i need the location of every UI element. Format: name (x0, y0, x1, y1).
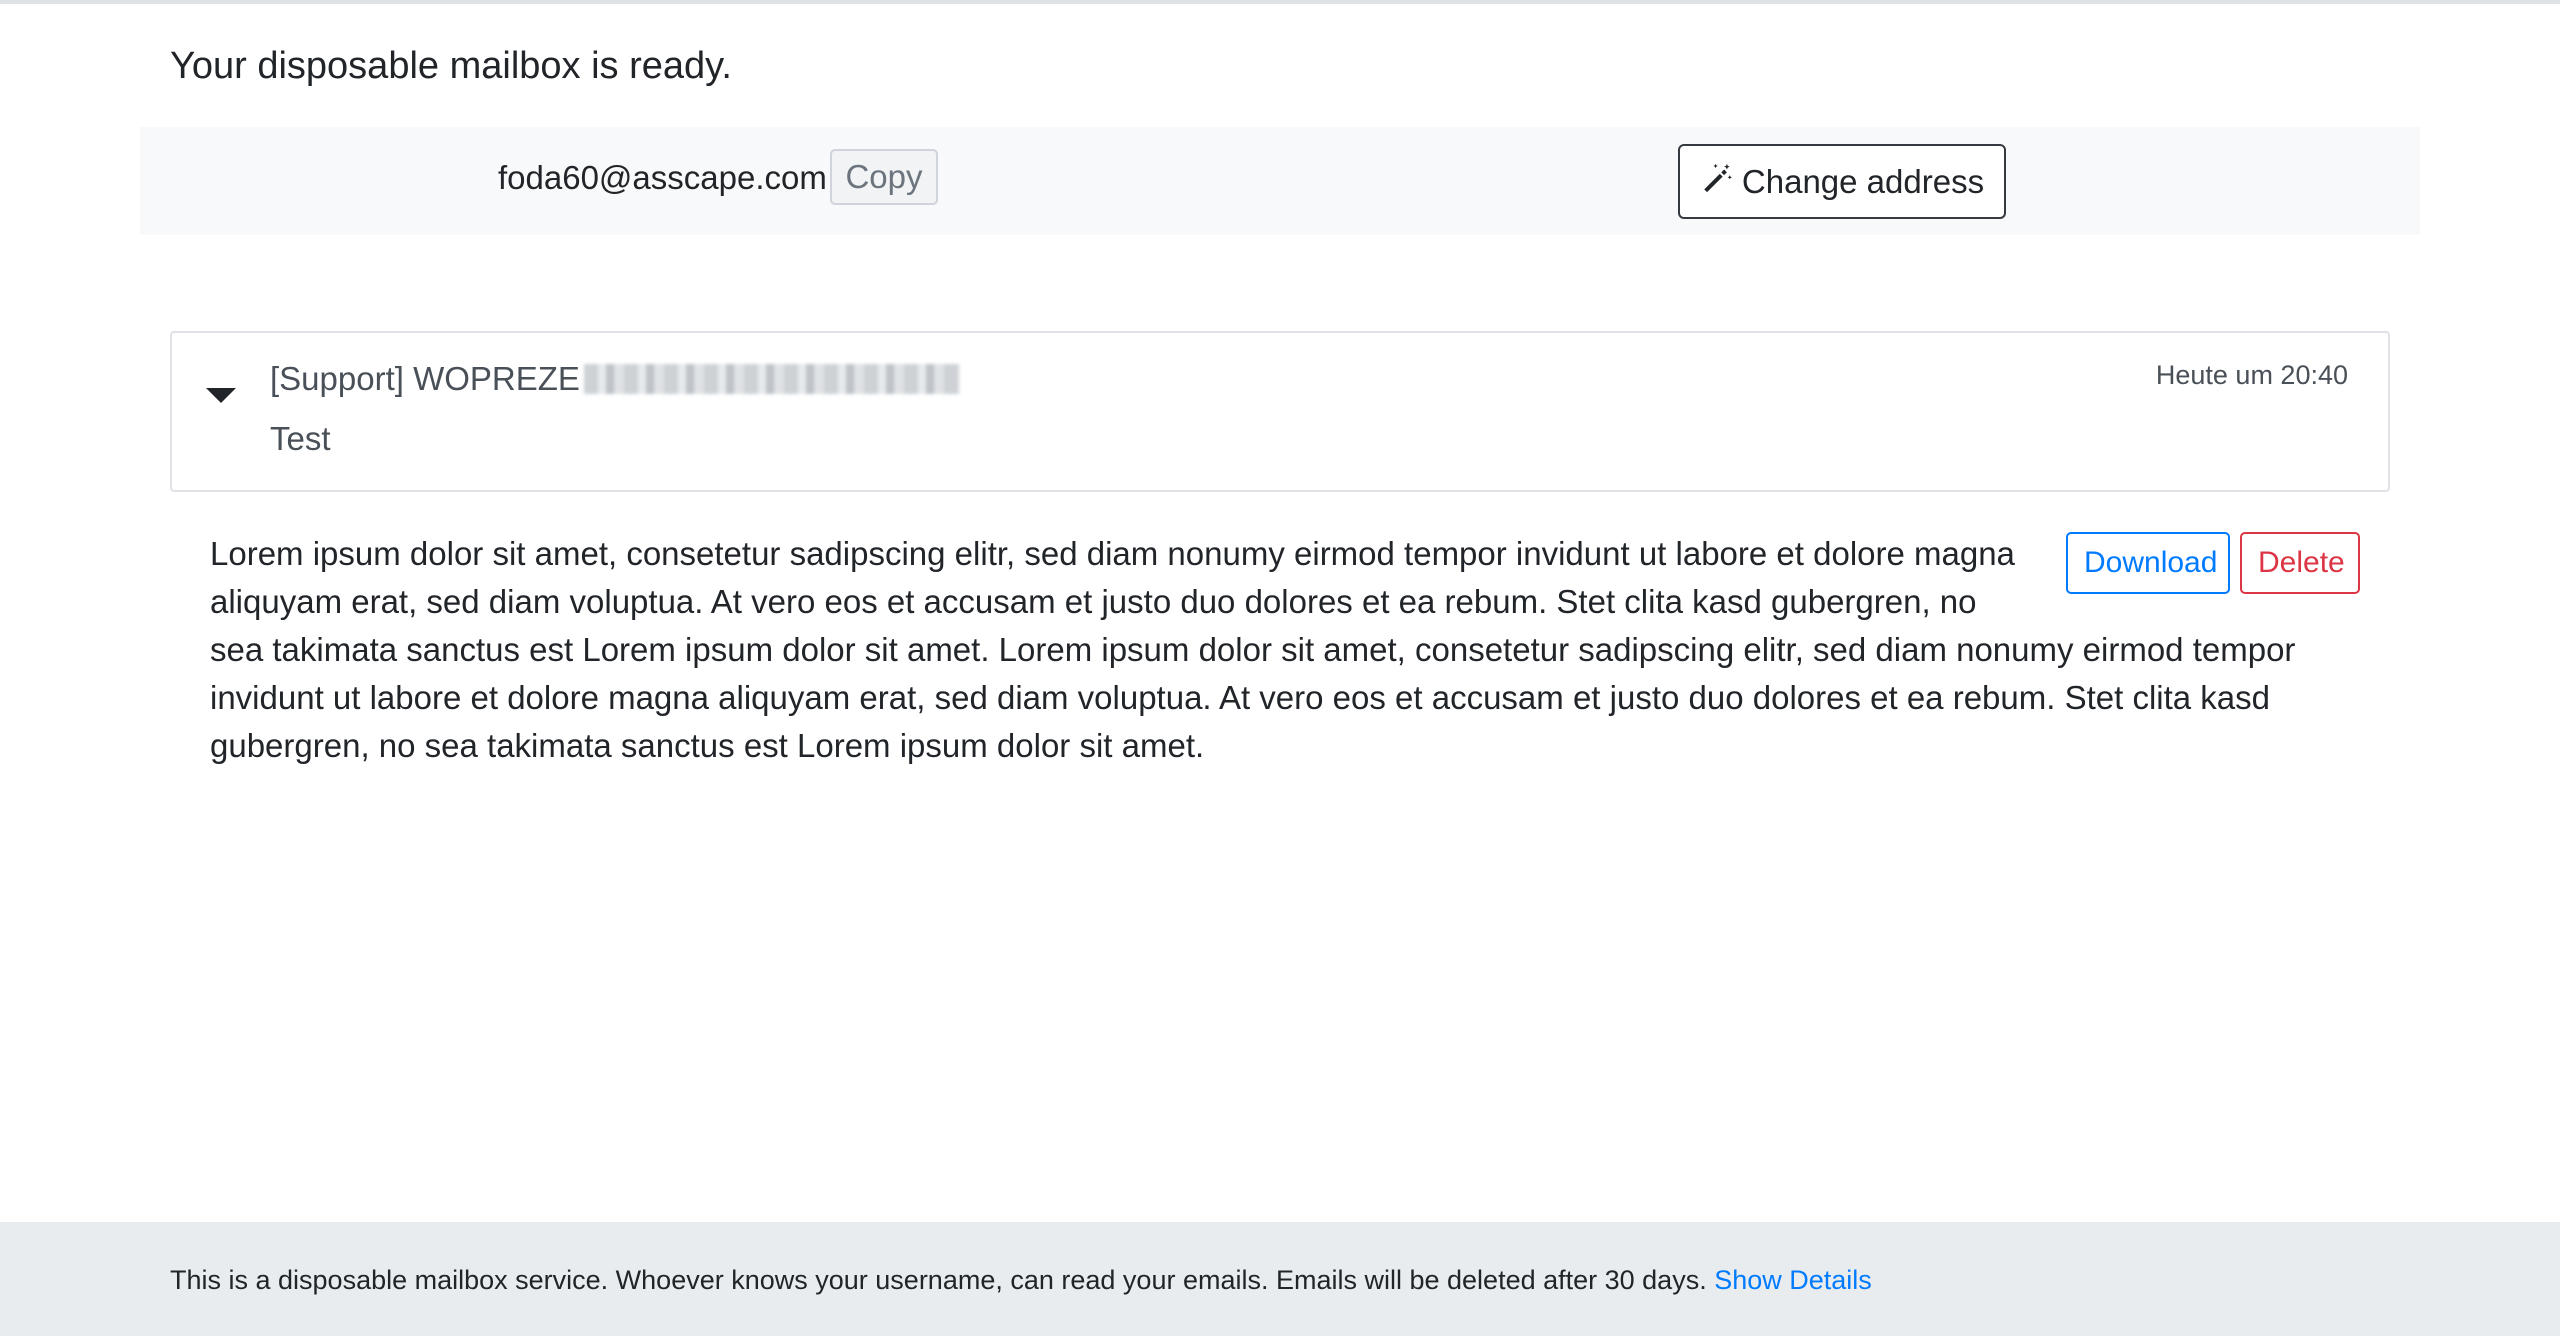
page-headline: Your disposable mailbox is ready. (170, 45, 732, 87)
message-sender-name: [Support] WOPREZE (270, 360, 580, 397)
magic-wand-icon (1700, 161, 1734, 203)
show-details-link[interactable]: Show Details (1714, 1265, 1872, 1295)
message-subject: Test (270, 420, 331, 457)
redacted-sender-address (583, 364, 960, 394)
change-address-button[interactable]: Change address (1678, 144, 2006, 219)
footer-notice: This is a disposable mailbox service. Wh… (170, 1262, 1872, 1298)
caret-down-icon[interactable] (206, 388, 236, 403)
change-address-label: Change address (1741, 162, 1985, 200)
message-body: Download Delete Lorem ipsum dolor sit am… (210, 530, 2360, 770)
copy-button[interactable]: Copy (830, 149, 938, 205)
message-time: Heute um 20:40 (2155, 360, 2348, 390)
message-body-text: Lorem ipsum dolor sit amet, consetetur s… (210, 535, 2296, 764)
mailbox-address: foda60@asscape.com (498, 159, 827, 196)
footer-notice-text: This is a disposable mailbox service. Wh… (170, 1265, 1715, 1295)
message-header[interactable]: [Support] WOPREZE Test Heute um 20:40 (170, 331, 2390, 492)
message-sender: [Support] WOPREZE (270, 357, 960, 401)
address-bar (140, 127, 2420, 235)
message-actions: Download Delete (2066, 532, 2360, 594)
download-button[interactable]: Download (2066, 532, 2230, 594)
top-divider (0, 0, 2560, 4)
footer: This is a disposable mailbox service. Wh… (0, 1222, 2560, 1336)
delete-button[interactable]: Delete (2240, 532, 2360, 594)
